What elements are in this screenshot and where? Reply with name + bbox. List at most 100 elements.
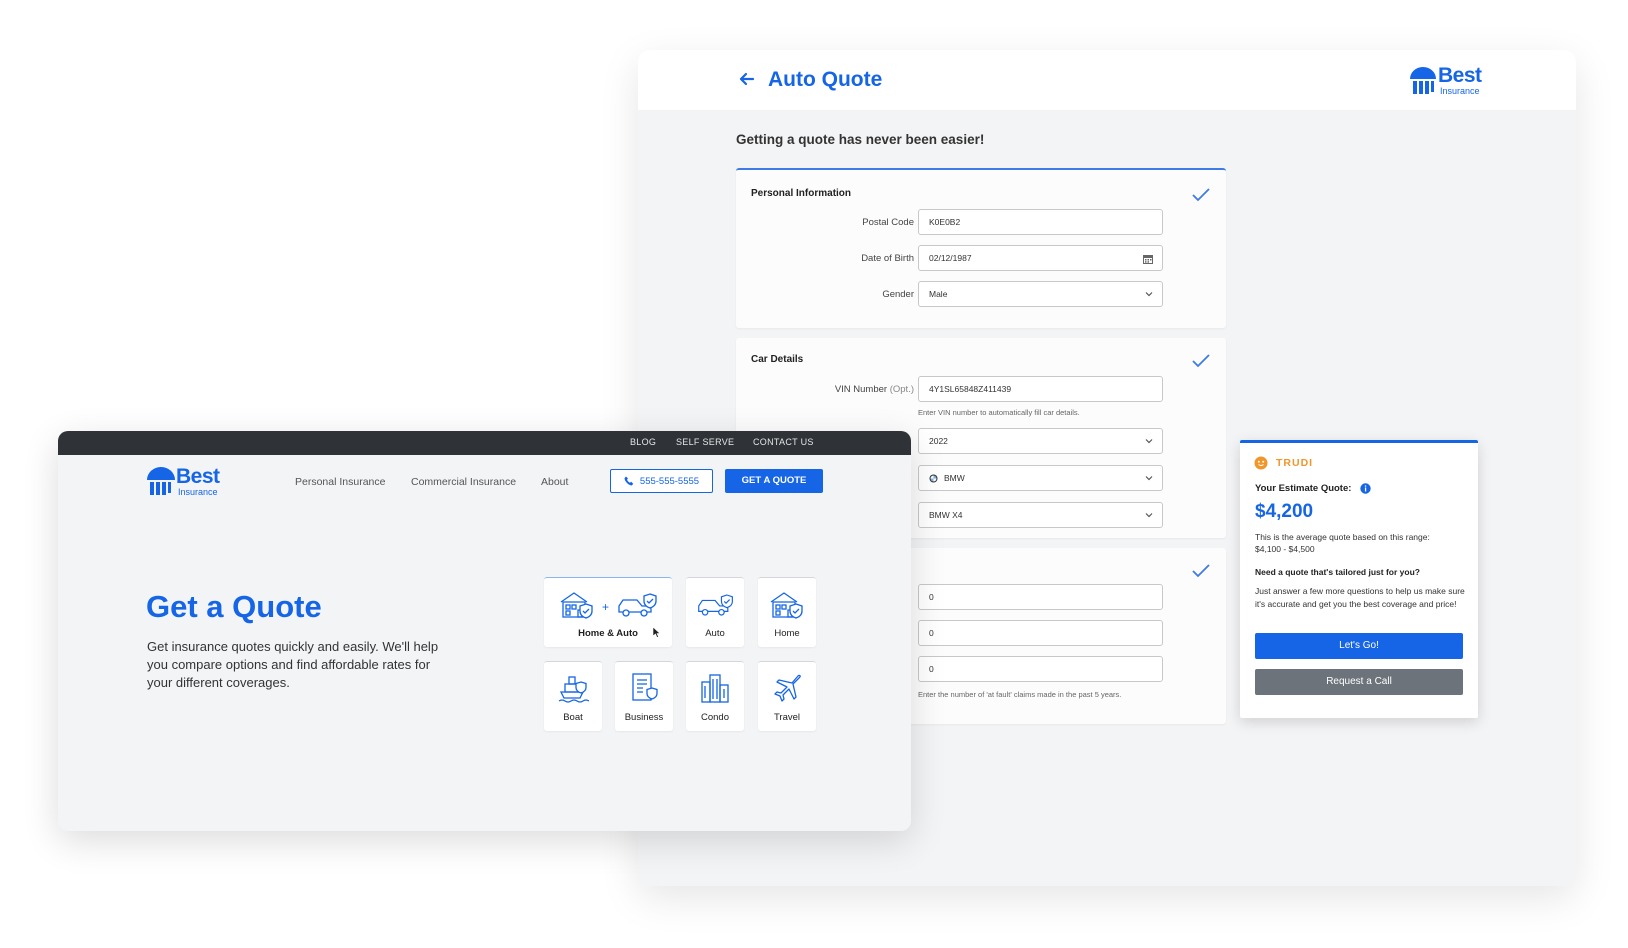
page-title: Auto Quote — [768, 68, 883, 91]
vin-input[interactable]: 4Y1SL65848Z411439 — [918, 376, 1163, 402]
hero-title: Get a Quote — [146, 589, 322, 624]
dob-value: 02/12/1987 — [929, 253, 972, 263]
estimate-label: Your Estimate Quote: — [1255, 483, 1352, 494]
topbar-link-blog[interactable]: BLOG — [630, 437, 656, 447]
chevron-down-icon — [1145, 439, 1153, 444]
logo-subtext: Insurance — [178, 487, 218, 497]
hero-description: Get insurance quotes quickly and easily.… — [147, 639, 439, 690]
logo-wordmark: Best — [176, 465, 220, 488]
plus-icon: + — [602, 600, 610, 614]
tile-home-auto[interactable]: + Home & Auto — [544, 577, 672, 647]
lets-go-button[interactable]: Let's Go! — [1255, 633, 1463, 659]
postal-code-input[interactable]: K0E0B2 — [918, 209, 1163, 235]
claims-input-1[interactable]: 0 — [918, 584, 1163, 610]
phone-number: 555-555-5555 — [639, 475, 700, 487]
check-icon — [1192, 188, 1210, 202]
estimate-price: $4,200 — [1255, 501, 1314, 522]
nav-commercial-insurance[interactable]: Commercial Insurance — [411, 476, 516, 488]
logo-subtext: Insurance — [1440, 86, 1480, 96]
tile-label: Travel — [773, 712, 801, 723]
boat-icon — [558, 676, 589, 703]
auto-quote-subtitle: Getting a quote has never been easier! — [736, 132, 985, 147]
chevron-down-icon — [1145, 513, 1153, 518]
airplane-icon — [774, 674, 801, 702]
card-title: Personal Information — [751, 188, 852, 199]
tile-business[interactable]: Business — [615, 661, 673, 731]
dob-input[interactable]: 02/12/1987 — [918, 245, 1163, 271]
model-select[interactable]: BMW X4 — [918, 502, 1163, 528]
tile-label: Boat — [563, 712, 583, 723]
home-shield-icon — [560, 592, 593, 619]
personal-information-card: Personal Information Postal Code K0E0B2 … — [736, 168, 1226, 328]
range-value: $4,100 - $4,500 — [1255, 544, 1315, 554]
logo-wordmark: Best — [1438, 64, 1482, 87]
trudi-face-icon — [1254, 456, 1268, 470]
make-value: BMW — [944, 473, 965, 483]
claims-hint: Enter the number of 'at fault' claims ma… — [918, 690, 1122, 699]
claims-value: 0 — [929, 664, 934, 674]
nav-about[interactable]: About — [541, 476, 568, 488]
chevron-down-icon — [1145, 476, 1153, 481]
best-insurance-site-window: BLOG SELF SERVE CONTACT US Best Insuranc… — [58, 431, 911, 831]
claims-input-3[interactable]: 0 — [918, 656, 1163, 682]
info-icon[interactable] — [1360, 483, 1371, 494]
range-text: This is the average quote based on this … — [1255, 531, 1465, 555]
make-select[interactable]: BMW — [918, 465, 1163, 491]
chevron-down-icon — [1145, 292, 1153, 297]
tailored-heading: Need a quote that's tailored just for yo… — [1255, 567, 1420, 577]
check-icon — [1192, 564, 1210, 578]
home-shield-icon — [770, 592, 803, 619]
claims-value: 0 — [929, 628, 934, 638]
umbrella-people-icon — [147, 467, 175, 495]
mouse-cursor-icon — [652, 626, 661, 638]
auto-quote-header: Auto Quote Best Insurance — [638, 50, 1576, 110]
card-title: Car Details — [751, 354, 804, 365]
vin-value: 4Y1SL65848Z411439 — [929, 384, 1012, 394]
year-select[interactable]: 2022 — [918, 428, 1163, 454]
postal-code-label: Postal Code — [862, 217, 914, 228]
car-shield-icon — [698, 594, 733, 616]
gender-select[interactable]: Male — [918, 281, 1163, 307]
tile-home[interactable]: Home — [758, 577, 816, 647]
trudi-body: Just answer a few more questions to help… — [1255, 586, 1465, 609]
claims-value: 0 — [929, 592, 934, 602]
gender-label: Gender — [882, 289, 914, 300]
calendar-icon[interactable] — [1143, 254, 1153, 264]
phone-icon — [624, 476, 634, 486]
topbar-link-self-serve[interactable]: SELF SERVE — [676, 437, 734, 447]
topbar-link-contact-us[interactable]: CONTACT US — [753, 437, 814, 447]
tile-condo[interactable]: Condo — [686, 661, 744, 731]
claims-input-2[interactable]: 0 — [918, 620, 1163, 646]
business-document-icon — [632, 673, 658, 701]
model-value: BMW X4 — [929, 510, 963, 520]
utility-topbar: BLOG SELF SERVE CONTACT US — [58, 431, 911, 455]
tile-auto[interactable]: Auto — [686, 577, 744, 647]
tile-boat[interactable]: Boat — [544, 661, 602, 731]
vin-optional-text: (Opt.) — [889, 384, 914, 395]
trudi-estimate-card: TRUDI Your Estimate Quote: $4,200 This i… — [1240, 440, 1478, 718]
check-icon — [1192, 354, 1210, 368]
tile-label: Auto — [705, 628, 725, 639]
range-description: This is the average quote based on this … — [1255, 532, 1430, 542]
request-call-button[interactable]: Request a Call — [1255, 669, 1463, 695]
phone-button[interactable]: 555-555-5555 — [610, 469, 713, 493]
best-insurance-logo[interactable] — [146, 465, 176, 504]
dob-label: Date of Birth — [861, 253, 914, 264]
trudi-brand: TRUDI — [1276, 457, 1314, 469]
tile-label: Home — [774, 628, 800, 639]
vin-label-text: VIN Number — [834, 384, 888, 395]
car-shield-icon — [618, 593, 657, 617]
vin-hint: Enter VIN number to automatically fill c… — [918, 408, 1080, 417]
back-arrow-icon[interactable] — [734, 66, 760, 92]
year-value: 2022 — [929, 436, 948, 446]
nav-personal-insurance[interactable]: Personal Insurance — [295, 476, 385, 488]
vin-label: VIN Number (Opt.) — [835, 384, 914, 395]
condo-building-icon — [701, 674, 729, 703]
tile-travel[interactable]: Travel — [758, 661, 816, 731]
tile-label: Condo — [701, 712, 729, 723]
gender-value: Male — [929, 289, 948, 299]
postal-code-value: K0E0B2 — [929, 217, 961, 227]
tile-label: Business — [624, 712, 664, 723]
get-a-quote-button[interactable]: GET A QUOTE — [725, 469, 823, 493]
bmw-logo-icon — [929, 474, 938, 482]
